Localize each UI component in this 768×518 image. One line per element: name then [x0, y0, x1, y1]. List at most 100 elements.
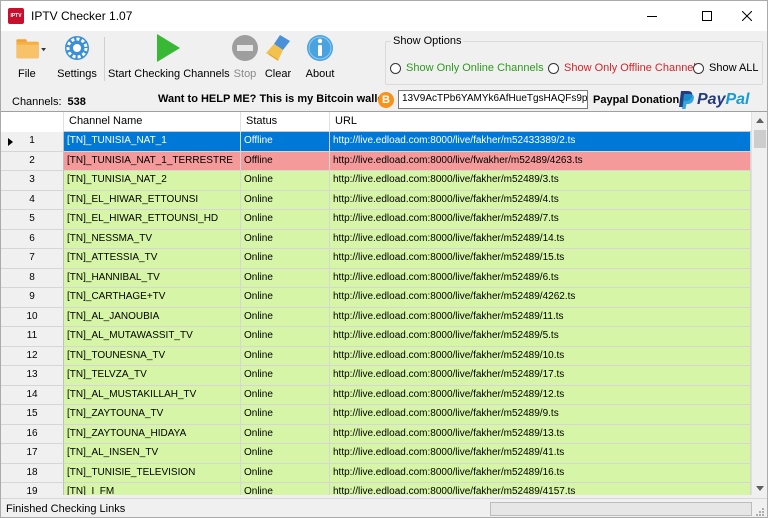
cell-url[interactable]: http://live.edload.com:8000/live/fakher/… — [330, 327, 751, 347]
channels-grid[interactable]: Channel Name Status URL 1 [TN]_TUNISIA_NA… — [1, 111, 767, 495]
cell-url[interactable]: http://live.edload.com:8000/live/fakher/… — [330, 346, 751, 366]
column-header-url[interactable]: URL — [330, 112, 751, 132]
cell-url[interactable]: http://live.edload.com:8000/live/fakher/… — [330, 366, 751, 386]
table-row[interactable]: 6 [TN]_NESSMA_TV Online http://live.edload.… — [1, 229, 751, 249]
cell-status[interactable]: Online — [241, 229, 330, 249]
cell-status[interactable]: Online — [241, 483, 330, 495]
scroll-up-arrow[interactable] — [752, 112, 767, 128]
cell-channel-name[interactable]: [TN]_CARTHAGE+TV — [64, 288, 241, 308]
row-number[interactable]: 9 — [1, 288, 64, 308]
column-header-channel-name[interactable]: Channel Name — [64, 112, 241, 132]
paypal-logo[interactable]: Pay Pal — [678, 89, 749, 111]
cell-url[interactable]: http://live.edload.com:8000/live/fakher/… — [330, 249, 751, 269]
cell-channel-name[interactable]: [TN]_AL_JANOUBIA — [64, 307, 241, 327]
table-row[interactable]: 2 [TN]_TUNISIA_NAT_1_TERRESTRE Offline http… — [1, 151, 751, 171]
cell-status[interactable]: Offline — [241, 132, 330, 152]
cell-status[interactable]: Online — [241, 366, 330, 386]
row-number[interactable]: 4 — [1, 190, 64, 210]
cell-url[interactable]: http://live.edload.com:8000/live/fakher/… — [330, 210, 751, 230]
cell-channel-name[interactable]: [TN]_AL_MUTAWASSIT_TV — [64, 327, 241, 347]
settings-button[interactable]: Settings — [56, 33, 98, 83]
cell-url[interactable]: http://live.edload.com:8000/live/fakher/… — [330, 132, 751, 152]
resize-grip-icon[interactable] — [755, 507, 765, 517]
cell-status[interactable]: Online — [241, 327, 330, 347]
cell-channel-name[interactable]: [TN]_EL_HIWAR_ETTOUNSI — [64, 190, 241, 210]
cell-channel-name[interactable]: [TN]_NESSMA_TV — [64, 229, 241, 249]
table-row[interactable]: 17 [TN]_AL_INSEN_TV Online http://live.edlo… — [1, 444, 751, 464]
cell-status[interactable]: Online — [241, 171, 330, 191]
row-number[interactable]: 14 — [1, 385, 64, 405]
cell-status[interactable]: Online — [241, 190, 330, 210]
table-row[interactable]: 15 [TN]_ZAYTOUNA_TV Online http://live.edlo… — [1, 405, 751, 425]
cell-channel-name[interactable]: [TN]_TOUNESNA_TV — [64, 346, 241, 366]
cell-status[interactable]: Online — [241, 288, 330, 308]
row-number[interactable]: 11 — [1, 327, 64, 347]
cell-url[interactable]: http://live.edload.com:8000/live/fakher/… — [330, 268, 751, 288]
cell-status[interactable]: Online — [241, 444, 330, 464]
cell-channel-name[interactable]: [TN]_AL_MUSTAKILLAH_TV — [64, 385, 241, 405]
vertical-scrollbar[interactable] — [751, 112, 767, 495]
cell-status[interactable]: Online — [241, 463, 330, 483]
cell-channel-name[interactable]: [TN]_HANNIBAL_TV — [64, 268, 241, 288]
cell-channel-name[interactable]: [TN]_TELVZA_TV — [64, 366, 241, 386]
table-row[interactable]: 19 [TN]_I_FM Online http://live.edload.com:… — [1, 483, 751, 495]
cell-url[interactable]: http://live.edload.com:8000/live/fakher/… — [330, 171, 751, 191]
minimize-button[interactable] — [629, 1, 675, 31]
row-number[interactable]: 17 — [1, 444, 64, 464]
cell-channel-name[interactable]: [TN]_ATTESSIA_TV — [64, 249, 241, 269]
close-button[interactable] — [724, 1, 767, 31]
cell-url[interactable]: http://live.edload.com:8000/live/fakher/… — [330, 483, 751, 495]
cell-status[interactable]: Online — [241, 249, 330, 269]
row-number[interactable]: 6 — [1, 229, 64, 249]
row-number[interactable]: 3 — [1, 171, 64, 191]
cell-url[interactable]: http://live.edload.com:8000/live/fakher/… — [330, 307, 751, 327]
row-number[interactable]: 18 — [1, 463, 64, 483]
row-number[interactable]: 10 — [1, 307, 64, 327]
clear-button[interactable]: Clear — [263, 33, 293, 83]
cell-url[interactable]: http://live.edload.com:8000/live/fakher/… — [330, 385, 751, 405]
column-header-status[interactable]: Status — [241, 112, 330, 132]
cell-channel-name[interactable]: [TN]_TUNISIA_NAT_1_TERRESTRE — [64, 151, 241, 171]
table-row[interactable]: 16 [TN]_ZAYTOUNA_HIDAYA Online http://live.… — [1, 424, 751, 444]
radio-show-online[interactable]: Show Only Online Channels — [390, 62, 544, 74]
cell-status[interactable]: Online — [241, 346, 330, 366]
table-row[interactable]: 8 [TN]_HANNIBAL_TV Online http://live.edloa… — [1, 268, 751, 288]
cell-status[interactable]: Online — [241, 405, 330, 425]
cell-channel-name[interactable]: [TN]_ZAYTOUNA_TV — [64, 405, 241, 425]
cell-url[interactable]: http://live.edload.com:8000/live/fakher/… — [330, 288, 751, 308]
cell-status[interactable]: Online — [241, 210, 330, 230]
cell-status[interactable]: Offline — [241, 151, 330, 171]
table-row[interactable]: 14 [TN]_AL_MUSTAKILLAH_TV Online http://liv… — [1, 385, 751, 405]
cell-channel-name[interactable]: [TN]_AL_INSEN_TV — [64, 444, 241, 464]
radio-show-all[interactable]: Show ALL — [693, 62, 759, 74]
cell-status[interactable]: Online — [241, 385, 330, 405]
cell-channel-name[interactable]: [TN]_TUNISIE_TELEVISION — [64, 463, 241, 483]
row-number[interactable]: 7 — [1, 249, 64, 269]
row-number[interactable]: 19 — [1, 483, 64, 495]
cell-url[interactable]: http://live.edload.com:8000/live/fakher/… — [330, 444, 751, 464]
row-number[interactable]: 16 — [1, 424, 64, 444]
start-checking-button[interactable]: Start Checking Channels — [108, 33, 230, 83]
cell-url[interactable]: http://live.edload.com:8000/live/fakher/… — [330, 405, 751, 425]
radio-show-offline[interactable]: Show Only Offline Channels — [548, 62, 701, 74]
table-row[interactable]: 18 [TN]_TUNISIE_TELEVISION Online http://li… — [1, 463, 751, 483]
cell-channel-name[interactable]: [TN]_ZAYTOUNA_HIDAYA — [64, 424, 241, 444]
table-row[interactable]: 3 [TN]_TUNISIA_NAT_2 Online http://live.edl… — [1, 171, 751, 191]
table-row[interactable]: 4 [TN]_EL_HIWAR_ETTOUNSI Online http://live… — [1, 190, 751, 210]
cell-url[interactable]: http://live.edload.com:8000/live/fwakher… — [330, 151, 751, 171]
cell-url[interactable]: http://live.edload.com:8000/live/fakher/… — [330, 424, 751, 444]
about-button[interactable]: About — [301, 33, 339, 83]
table-row[interactable]: 10 [TN]_AL_JANOUBIA Online http://live.edlo… — [1, 307, 751, 327]
cell-url[interactable]: http://live.edload.com:8000/live/fakher/… — [330, 229, 751, 249]
cell-status[interactable]: Online — [241, 268, 330, 288]
scroll-down-arrow[interactable] — [752, 480, 767, 495]
table-row[interactable]: 11 [TN]_AL_MUTAWASSIT_TV Online http://live… — [1, 327, 751, 347]
table-row[interactable]: 1 [TN]_TUNISIA_NAT_1 Offline http://live.ed… — [1, 132, 751, 152]
scroll-thumb[interactable] — [754, 130, 766, 148]
table-row[interactable]: 13 [TN]_TELVZA_TV Online http://live.edload… — [1, 366, 751, 386]
row-number[interactable]: 13 — [1, 366, 64, 386]
cell-channel-name[interactable]: [TN]_TUNISIA_NAT_1 — [64, 132, 241, 152]
cell-channel-name[interactable]: [TN]_I_FM — [64, 483, 241, 495]
row-number[interactable]: 5 — [1, 210, 64, 230]
cell-channel-name[interactable]: [TN]_EL_HIWAR_ETTOUNSI_HD — [64, 210, 241, 230]
